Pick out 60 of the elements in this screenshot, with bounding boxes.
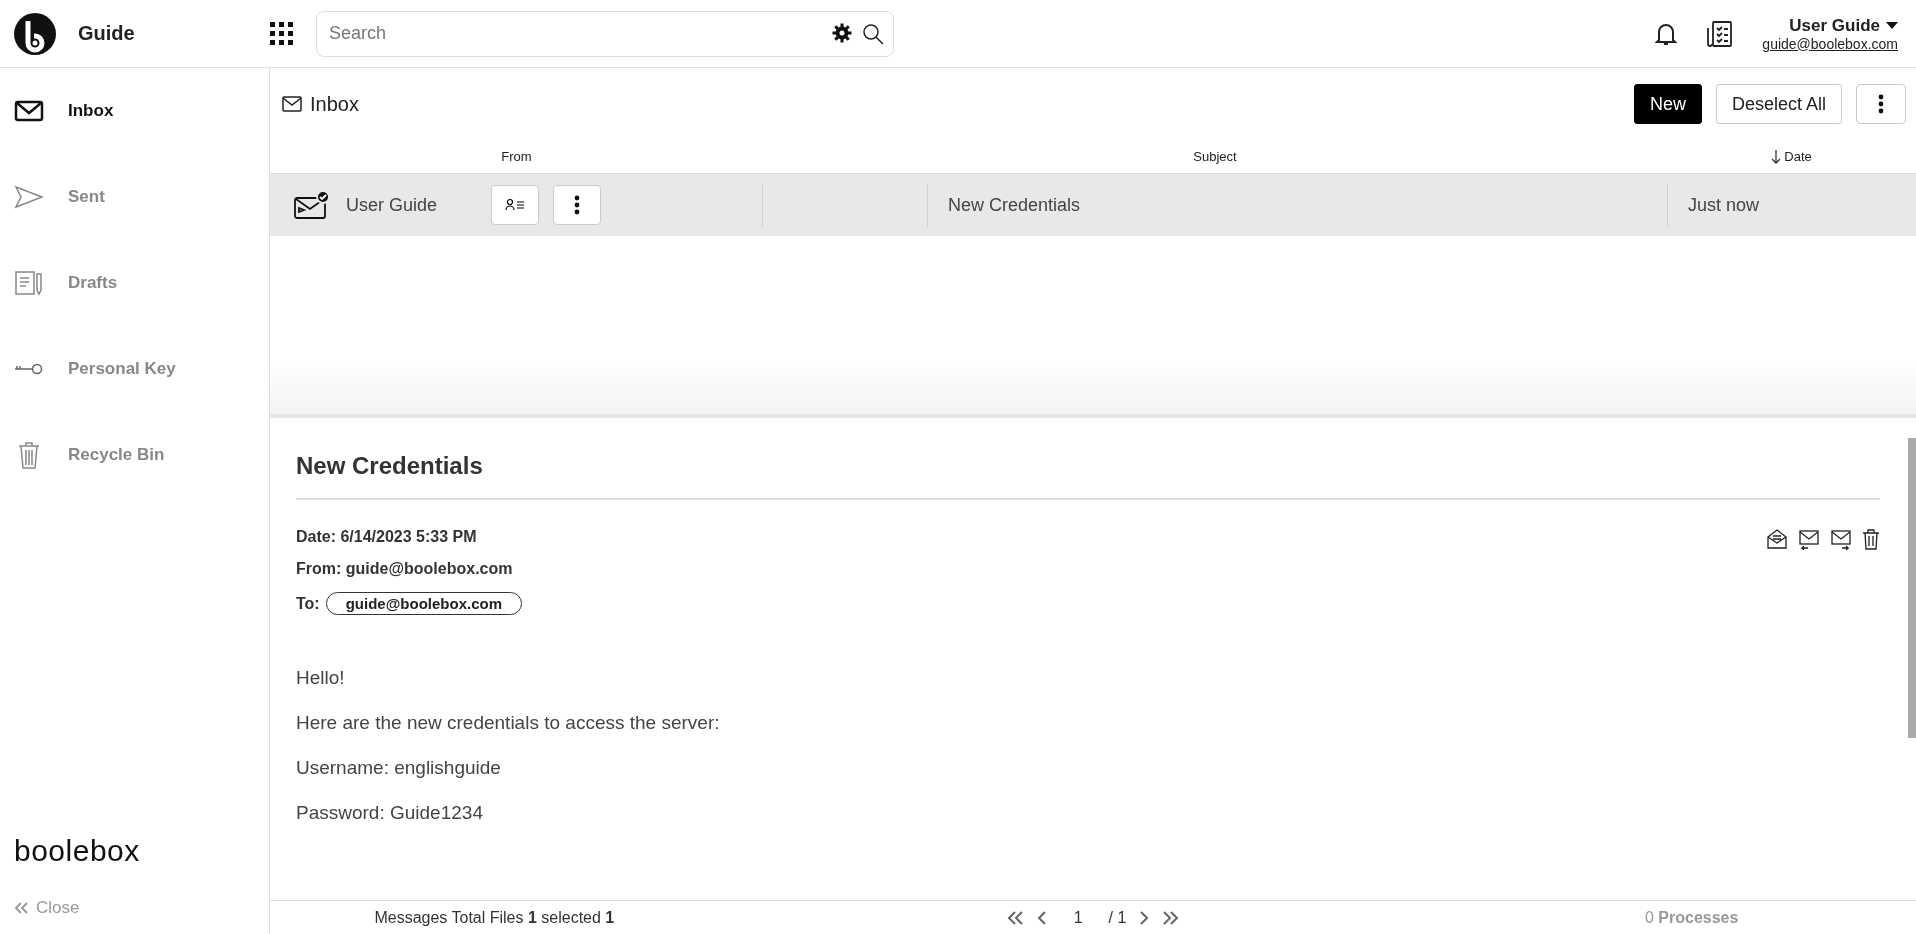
message-paragraph: Password: Guide1234 <box>296 802 484 824</box>
sort-down-icon <box>1771 149 1782 164</box>
deselect-all-button[interactable]: Deselect All <box>1715 84 1842 124</box>
page-number[interactable]: 1 <box>1059 908 1097 927</box>
message-sender: From: guide@boolebox.com <box>296 560 514 578</box>
column-header[interactable]: Date <box>1771 149 1812 164</box>
more-button[interactable] <box>1856 84 1906 124</box>
new-button[interactable]: New <box>1633 84 1702 124</box>
selection-summary: Messages Total Files 1 selected 1 <box>374 908 615 927</box>
to-label: To: <box>296 594 320 613</box>
key-icon <box>14 361 44 377</box>
envelope-check-icon <box>294 190 330 220</box>
message-date: Date: 6/14/2023 5:33 PM <box>296 528 478 546</box>
forward-envelope-icon[interactable] <box>1830 528 1852 550</box>
column-header[interactable]: From <box>501 149 532 164</box>
sidebar-item[interactable]: Drafts <box>14 240 269 326</box>
mail-icon <box>282 96 302 112</box>
more-icon <box>1878 94 1884 114</box>
send-icon <box>14 185 44 209</box>
logo-icon <box>14 12 56 55</box>
sidebar-item[interactable]: Sent <box>14 154 269 240</box>
user-email-link[interactable]: guide@boolebox.com <box>1762 35 1898 52</box>
more-icon <box>574 195 580 215</box>
brand-wordmark: boolebox <box>14 834 141 868</box>
sidebar-item[interactable]: Inbox <box>14 68 269 154</box>
sender-cell-text: User Guide <box>346 194 439 216</box>
caret-icon[interactable] <box>1886 21 1898 30</box>
trash-icon[interactable] <box>1862 528 1880 550</box>
mailbox-title: Inbox <box>310 92 359 116</box>
previous-page-icon[interactable] <box>1035 910 1048 925</box>
drafts-icon <box>14 270 44 296</box>
settings-icon[interactable] <box>832 22 852 43</box>
app-name: Guide <box>78 22 135 45</box>
contact-icon <box>505 198 525 212</box>
scrollbar[interactable] <box>1908 438 1916 738</box>
double-chevron-left-icon <box>14 902 28 914</box>
last-page-icon[interactable] <box>1162 910 1181 925</box>
message-title: New Credentials <box>296 452 1880 500</box>
message-paragraph: Here are the new credentials to access the server: <box>296 712 721 734</box>
sidebar-item[interactable]: Personal Key <box>14 326 269 412</box>
row-more-button[interactable] <box>553 185 601 225</box>
mail-icon <box>14 99 44 123</box>
apps-grid-icon[interactable] <box>270 21 294 46</box>
subject-cell-text: New Credentials <box>947 194 1082 216</box>
date-cell: Just now <box>1667 183 1916 227</box>
contact-card-button[interactable] <box>491 185 539 225</box>
message-paragraph: Username: englishguide <box>296 757 502 779</box>
open-envelope-icon[interactable] <box>1766 528 1788 550</box>
checklist-icon[interactable] <box>1706 19 1735 48</box>
reply-envelope-icon[interactable] <box>1798 528 1820 550</box>
column-header[interactable]: Subject <box>1193 149 1237 164</box>
first-page-icon[interactable] <box>1005 910 1024 925</box>
search-field[interactable]: Search <box>316 10 894 57</box>
page-count: / 1 <box>1108 908 1127 927</box>
next-page-icon[interactable] <box>1138 910 1151 925</box>
sidebar-item[interactable]: Recycle Bin <box>14 412 269 498</box>
message-paragraph: Hello! <box>296 667 346 689</box>
user-name[interactable]: User Guide <box>1789 15 1880 36</box>
message-row[interactable]: User Guide New Credentials Just now <box>270 174 1916 236</box>
search-icon[interactable] <box>862 22 884 45</box>
